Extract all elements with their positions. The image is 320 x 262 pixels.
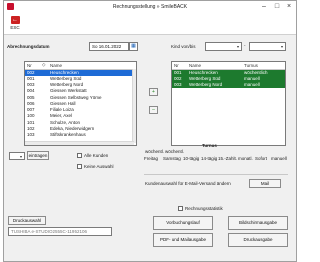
- toolbar: ← ESC: [4, 13, 296, 35]
- close-icon[interactable]: ×: [283, 2, 295, 12]
- chevron-down-icon: ▾: [236, 44, 239, 49]
- calendar-icon[interactable]: ▦: [129, 42, 138, 51]
- chevron-down-icon: ▾: [280, 44, 283, 49]
- cell-sort: [40, 132, 48, 138]
- window-title-suffix: SmileBACK: [160, 4, 188, 10]
- list-hscrollbar[interactable]: [25, 141, 134, 145]
- turnus-15: 15.-Zahlt.: [218, 156, 238, 161]
- kind-from-select[interactable]: ▾: [205, 42, 242, 51]
- turnus-manuell: manuell: [271, 156, 287, 161]
- screen-output-button[interactable]: Bildschirmausgabe: [228, 216, 288, 230]
- turnus-monatl: monatl.: [238, 156, 253, 161]
- col-nr[interactable]: Nr: [172, 62, 187, 70]
- window-title-text: Rechnungsstellung »: [112, 4, 160, 10]
- no-selection-checkbox[interactable]: [77, 164, 82, 169]
- col-name[interactable]: Name: [48, 62, 136, 70]
- col-name[interactable]: Name: [187, 62, 242, 70]
- chevron-down-icon: ▾: [19, 154, 22, 159]
- turnus-10: 10-tägig: [183, 156, 200, 161]
- cell-turnus: manuell: [242, 81, 285, 89]
- window-title: Rechnungsstellung » SmileBACK: [4, 4, 296, 10]
- cell-nr: 003: [172, 81, 187, 89]
- turnus-samstag: Samstag: [163, 156, 181, 161]
- add-to-selection-button[interactable]: +: [149, 88, 158, 96]
- turnus-14: 14-tägig: [201, 156, 218, 161]
- col-sort[interactable]: ◇: [40, 62, 48, 70]
- pdf-mail-output-button[interactable]: PDF- und Mailausgabe: [153, 233, 213, 247]
- invoice-window: Rechnungsstellung » SmileBACK – □ × ← ES…: [3, 0, 297, 262]
- print-selection-button[interactable]: Druckauswahl: [8, 216, 46, 225]
- minimize-icon[interactable]: –: [258, 2, 270, 12]
- stats-label: Rechnungsstatistik: [185, 206, 223, 211]
- customer-combo[interactable]: ▾: [9, 152, 25, 160]
- selected-customer-list[interactable]: Nr Name Turnus 001 Heuschrecken wöchentlic…: [171, 61, 286, 146]
- cell-nr: 103: [27, 132, 35, 138]
- kind-label: Kind von/bis: [171, 44, 196, 49]
- turnus-freitag: Freitag: [144, 156, 159, 161]
- printer-field[interactable]: TUSHIBA e-STUDIO2555C-11952106: [8, 227, 112, 236]
- kind-to-select[interactable]: ▾: [249, 42, 286, 51]
- cell-name: Stiftskrankenhaus: [50, 132, 86, 138]
- list-scrollbar[interactable]: [132, 69, 136, 143]
- turnus-samstag-top: wöchentl.: [165, 149, 185, 154]
- cell-name: Wetterberg Nord: [187, 81, 242, 89]
- turnus-sofort: Sofort: [255, 156, 268, 161]
- col-nr[interactable]: Nr: [25, 62, 40, 70]
- mail-label: Kundenauswahl für E-Mail-Versand ändern: [145, 181, 231, 186]
- stats-checkbox[interactable]: [178, 206, 183, 211]
- all-customers-checkbox[interactable]: [77, 153, 82, 158]
- maximize-icon[interactable]: □: [271, 2, 283, 12]
- remove-from-selection-button[interactable]: –: [149, 106, 158, 114]
- print-output-button[interactable]: Druckausgabe: [228, 233, 288, 247]
- esc-label: ESC: [10, 25, 20, 30]
- date-label: Abrechnungsdatum: [7, 44, 50, 49]
- add-customer-button[interactable]: eintragen: [27, 151, 49, 160]
- no-selection-label: Keine Auswahl: [84, 164, 114, 169]
- turnus-freitag-top: wöchentl.: [145, 149, 165, 154]
- kind-dash: -: [244, 43, 246, 48]
- title-bar: Rechnungsstellung » SmileBACK – □ ×: [4, 1, 296, 13]
- mail-button[interactable]: Mail: [249, 179, 281, 188]
- col-turnus[interactable]: Turnus: [242, 62, 285, 70]
- esc-button[interactable]: ← ESC: [6, 14, 24, 34]
- preview-run-button[interactable]: Vorbuchungslauf: [153, 216, 213, 230]
- all-customers-label: Alle Kunden: [84, 153, 109, 158]
- table-row[interactable]: 003 Wetterberg Nord manuell: [172, 81, 285, 89]
- date-field[interactable]: So 16.01.2022: [89, 42, 129, 51]
- turnus-title: Turnus: [202, 143, 217, 148]
- customer-list[interactable]: Nr ◇ Name 002 Heuschrecken 001 Wetterberg …: [24, 61, 137, 146]
- exit-icon: ←: [10, 16, 20, 24]
- list-item[interactable]: 103 Stiftskrankenhaus: [25, 132, 136, 138]
- divider: [144, 174, 288, 175]
